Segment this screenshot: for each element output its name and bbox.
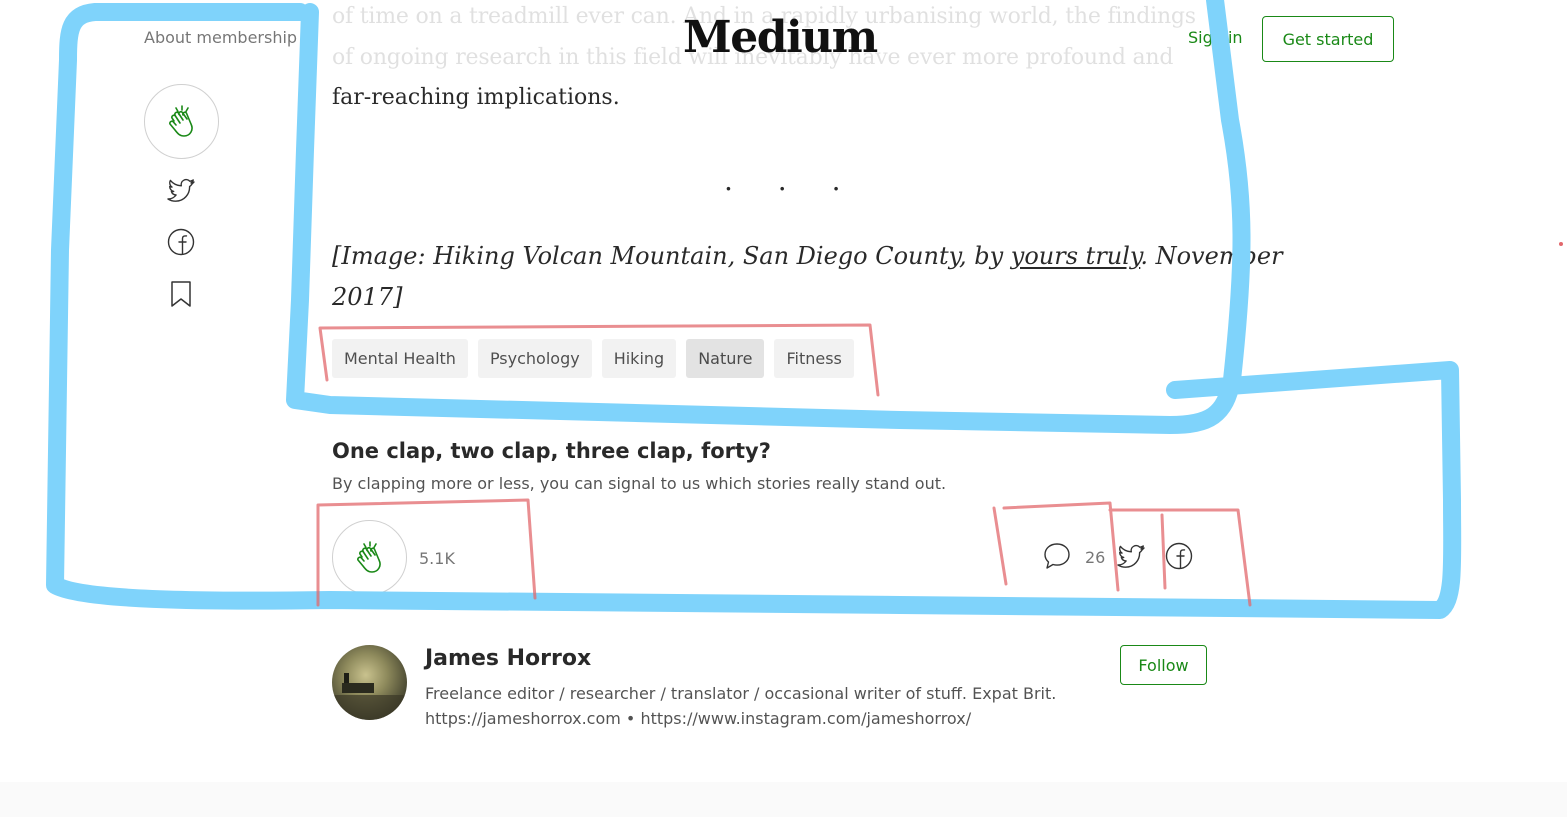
tag-psychology[interactable]: Psychology (477, 339, 592, 378)
tag-nature[interactable]: Nature (686, 339, 765, 378)
article-text: far-reaching implications. (332, 85, 620, 110)
responses-count: 26 (1085, 548, 1106, 567)
facebook-share-sidebar[interactable] (167, 228, 195, 256)
author-bio: Freelance editor / researcher / translat… (425, 684, 1057, 703)
image-caption: [Image: Hiking Volcan Mountain, San Dieg… (332, 242, 1283, 270)
image-caption-line2: 2017] (332, 283, 403, 311)
medium-logo[interactable]: Medium (683, 12, 878, 63)
section-separator: . . . (724, 164, 859, 197)
tag-hiking[interactable]: Hiking (601, 339, 677, 378)
follow-button[interactable]: Follow (1120, 645, 1207, 685)
sign-in-link[interactable]: Sign in (1188, 28, 1243, 47)
author-name[interactable]: James Horrox (425, 646, 591, 671)
twitter-share-sidebar[interactable] (166, 177, 196, 205)
tag-mental-health[interactable]: Mental Health (332, 339, 468, 378)
facebook-icon (1165, 542, 1193, 570)
tag-fitness[interactable]: Fitness (774, 339, 854, 378)
footer-band (0, 782, 1567, 817)
blue-annotation-outline (46, 0, 1462, 619)
response-icon (1044, 543, 1070, 569)
avatar-image (332, 673, 407, 720)
facebook-icon (167, 228, 195, 256)
facebook-share-button[interactable] (1165, 542, 1193, 570)
twitter-share-button[interactable] (1116, 543, 1146, 571)
clap-count: 5.1K (419, 549, 455, 568)
clap-prompt-title: One clap, two clap, three clap, forty? (332, 439, 771, 463)
tag-list: Mental Health Psychology Hiking Nature F… (332, 339, 854, 378)
red-dot (1559, 242, 1563, 246)
twitter-icon (167, 178, 195, 202)
twitter-icon (1117, 544, 1145, 568)
bookmark-icon (171, 281, 191, 307)
clap-icon (168, 104, 193, 137)
caption-link[interactable]: yours truly (1011, 242, 1141, 270)
clap-button[interactable] (332, 520, 407, 595)
about-membership-link[interactable]: About membership (144, 28, 297, 47)
responses-button[interactable] (1042, 541, 1072, 571)
clap-icon (356, 540, 381, 573)
get-started-button[interactable]: Get started (1262, 16, 1394, 62)
bookmark-button-sidebar[interactable] (170, 280, 192, 308)
clap-prompt-subtitle: By clapping more or less, you can signal… (332, 474, 947, 493)
author-avatar[interactable] (332, 645, 407, 720)
caption-text: . November (1140, 242, 1283, 270)
clap-button-sidebar[interactable] (144, 84, 219, 159)
caption-text: [Image: Hiking Volcan Mountain, San Dieg… (332, 242, 1011, 270)
author-links: https://jameshorrox.com • https://www.in… (425, 709, 972, 728)
